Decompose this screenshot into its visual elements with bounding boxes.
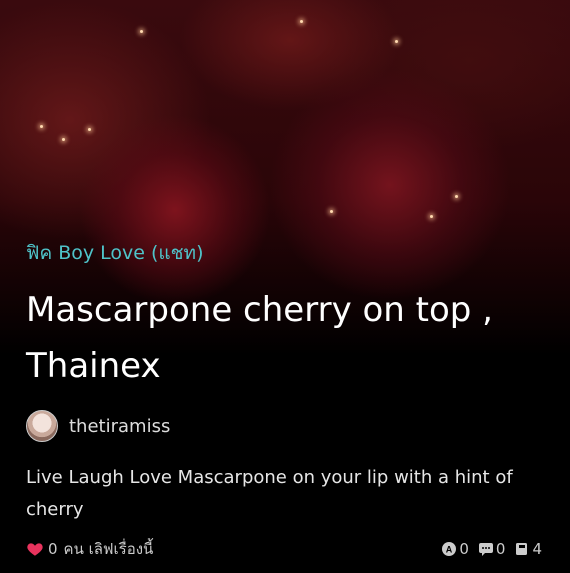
likes-label: คน เลิฟเรื่องนี้ [63, 540, 154, 558]
comment-icon [478, 543, 493, 556]
light-sparkle [62, 138, 65, 141]
svg-text:A: A [446, 545, 453, 555]
chapters-count: 4 [532, 540, 542, 558]
light-sparkle [300, 20, 303, 23]
light-sparkle [88, 128, 91, 131]
author-name[interactable]: thetiramiss [69, 416, 170, 437]
light-sparkle [395, 40, 398, 43]
comments-stat: 0 [478, 540, 506, 558]
book-icon [516, 543, 528, 555]
story-stats: A 0 0 4 [432, 540, 542, 558]
likes: 0 คน เลิฟเรื่องนี้ [26, 537, 153, 561]
light-sparkle [430, 215, 433, 218]
light-sparkle [455, 195, 458, 198]
story-description: Live Laugh Love Mascarpone on your lip w… [26, 467, 513, 520]
likes-count: 0 [48, 540, 58, 558]
story-title[interactable]: Mascarpone cherry on top , Thainex [26, 282, 546, 394]
story-card[interactable]: ฟิค Boy Love (แชท) Mascarpone cherry on … [0, 0, 570, 573]
author[interactable]: thetiramiss [26, 410, 170, 442]
heart-icon [27, 543, 43, 556]
light-sparkle [330, 210, 333, 213]
story-category[interactable]: ฟิค Boy Love (แชท) [26, 238, 204, 268]
views-icon: A [442, 542, 457, 556]
story-footer: 0 คน เลิฟเรื่องนี้ A 0 0 4 [26, 537, 542, 561]
comments-count: 0 [495, 540, 506, 558]
avatar [26, 410, 58, 442]
chapters-stat: 4 [515, 540, 542, 558]
views-stat: A 0 [442, 540, 469, 558]
light-sparkle [140, 30, 143, 33]
views-count: 0 [459, 540, 469, 558]
light-sparkle [40, 125, 43, 128]
